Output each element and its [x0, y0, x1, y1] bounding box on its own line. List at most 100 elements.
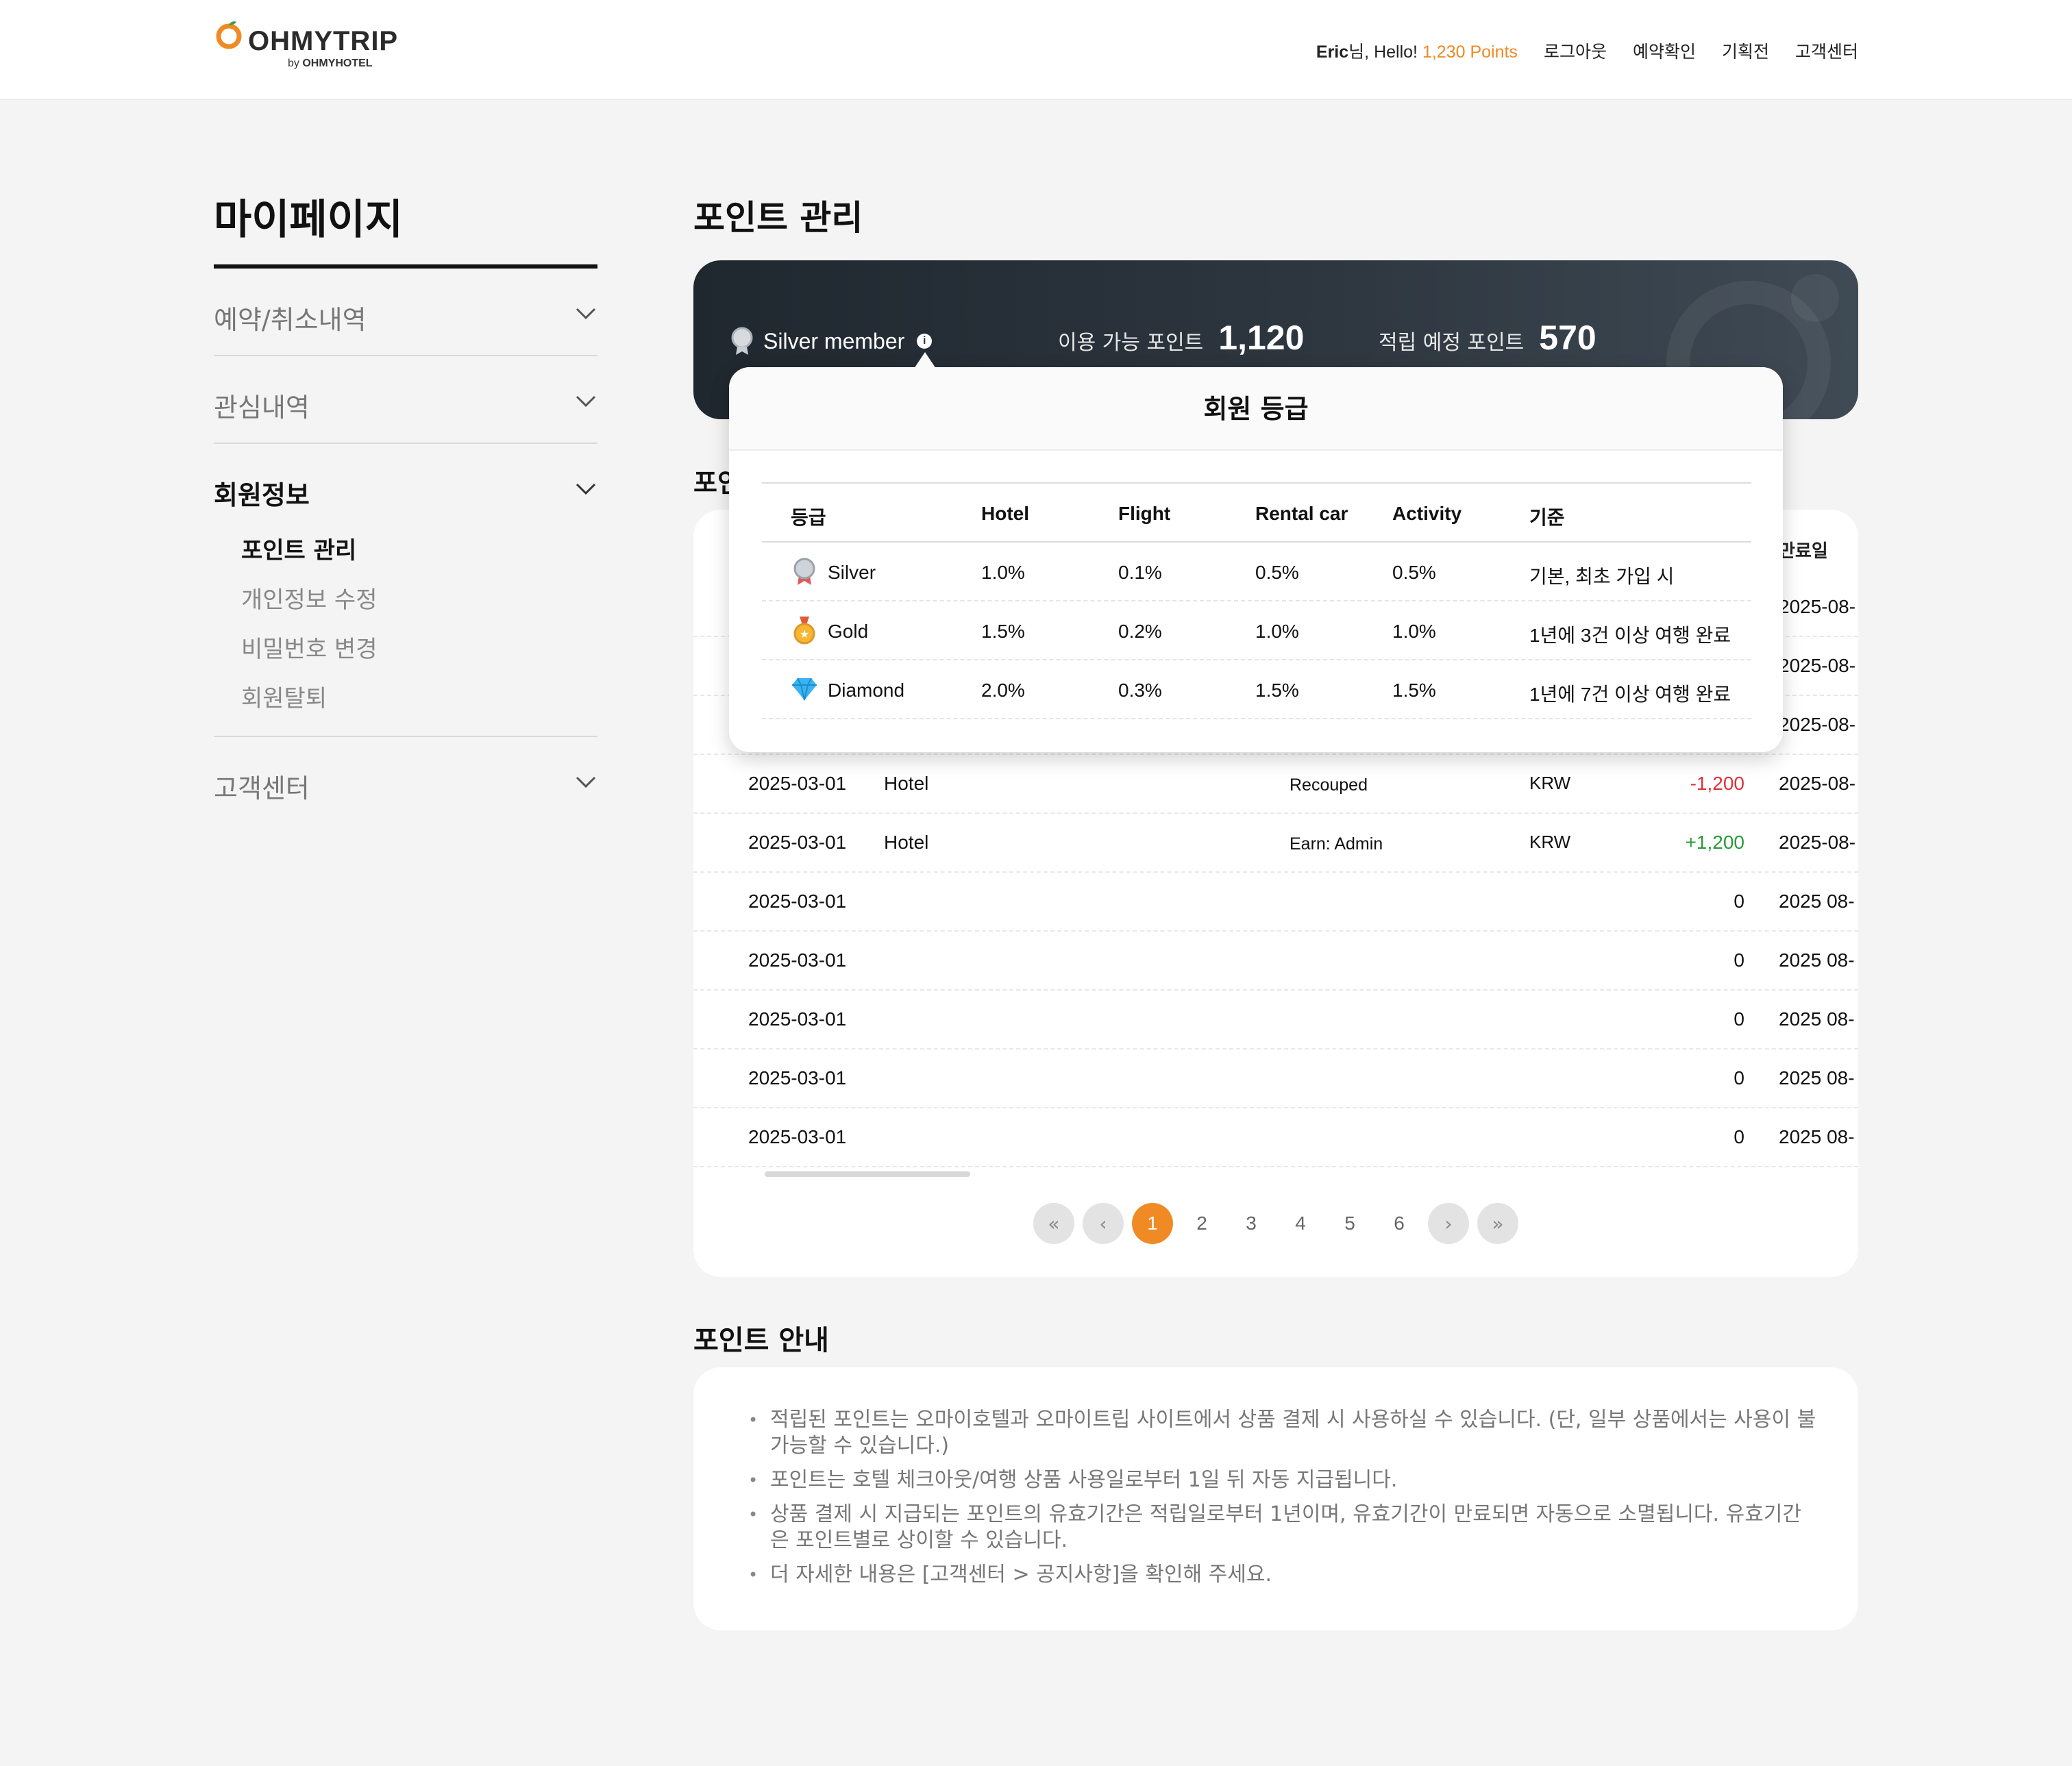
sidebar-item-wishlist[interactable]: 관심내역: [214, 356, 597, 444]
available-points-value: 1,120: [1218, 319, 1305, 357]
grade-name: Silver: [828, 562, 876, 583]
header-criteria: 기준: [1529, 507, 1565, 528]
grade-flight-rate: 0.3%: [1118, 680, 1162, 701]
logo-sub-prefix: by: [288, 58, 299, 69]
points-guide-card: 적립된 포인트는 오마이호텔과 오마이트립 사이트에서 상품 결제 시 사용하실…: [693, 1367, 1858, 1630]
sub-item-withdraw[interactable]: 회원탈퇴: [241, 674, 378, 723]
grade-row-diamond: Diamond 2.0% 0.3% 1.5% 1.5% 1년에 7건 이상 여행…: [762, 660, 1751, 719]
row-amount: 0: [1734, 891, 1744, 912]
page-5[interactable]: 5: [1329, 1203, 1370, 1244]
sub-item-change-password[interactable]: 비밀번호 변경: [241, 625, 378, 674]
sub-item-edit-profile[interactable]: 개인정보 수정: [241, 575, 378, 625]
page-1[interactable]: 1: [1132, 1203, 1173, 1244]
silver-medal-icon: [731, 327, 753, 355]
horizontal-scrollbar[interactable]: [765, 1171, 970, 1177]
logo-text: OHMYTRIP: [248, 26, 399, 56]
first-page-icon[interactable]: «: [1033, 1203, 1074, 1244]
last-page-icon[interactable]: »: [1477, 1203, 1518, 1244]
nav-promotions[interactable]: 기획전: [1722, 38, 1769, 63]
user-name: Eric: [1316, 42, 1349, 62]
info-icon[interactable]: i: [917, 334, 933, 349]
row-expiry: 2025-08-: [1779, 714, 1856, 735]
chevron-down-icon: [576, 776, 596, 788]
sub-item-point-management[interactable]: 포인트 관리: [241, 526, 378, 575]
grade-hotel-rate: 2.0%: [981, 680, 1025, 701]
top-header: OHMYTRIP by OHMYHOTEL Eric님, Hello! 1,23…: [0, 0, 2072, 100]
table-row: 2025-03-01 0 2025 08-: [693, 1108, 1858, 1167]
sidebar-item-customer-center[interactable]: 고객센터: [214, 737, 597, 825]
table-row: 2025-03-01 0 2025 08-: [693, 932, 1858, 991]
grade-hotel-rate: 1.0%: [981, 562, 1025, 583]
tier-label: Silver member: [763, 328, 905, 353]
nav-logout[interactable]: 로그아웃: [1544, 38, 1607, 63]
grade-row-gold: ★ Gold 1.5% 0.2% 1.0% 1.0% 1년에 3건 이상 여행 …: [762, 601, 1751, 660]
row-amount: 0: [1734, 1067, 1744, 1089]
banner-decoration: [1791, 274, 1839, 322]
row-expiry: 2025-08-: [1779, 832, 1856, 853]
ohmytrip-logo[interactable]: OHMYTRIP by OHMYHOTEL: [214, 14, 397, 75]
pagination: « ‹ 1 2 3 4 5 6 › »: [1033, 1203, 1518, 1244]
table-row: 2025-03-01 0 2025 08-: [693, 991, 1858, 1049]
header-flight: Flight: [1118, 503, 1171, 524]
grade-criteria: 1년에 3건 이상 여행 완료: [1529, 625, 1731, 646]
row-expiry: 2025 08-: [1779, 949, 1855, 971]
guide-item: 상품 결제 시 지급되는 포인트의 유효기간은 적립일로부터 1년이며, 유효기…: [748, 1502, 1817, 1554]
sidebar-item-label: 예약/취소내역: [214, 305, 367, 335]
grade-table: 등급 Hotel Flight Rental car Activity 기준 S…: [762, 482, 1751, 719]
row-amount: 0: [1734, 1126, 1744, 1147]
row-expiry: 2025 08-: [1779, 1126, 1855, 1147]
row-expiry: 2025-08-: [1779, 655, 1856, 676]
points-guide-list: 적립된 포인트는 오마이호텔과 오마이트립 사이트에서 상품 결제 시 사용하실…: [748, 1407, 1817, 1588]
row-expiry: 2025 08-: [1779, 1008, 1855, 1030]
row-date: 2025-03-01: [748, 773, 847, 794]
grade-activity-rate: 1.5%: [1392, 680, 1436, 701]
grade-name: Gold: [828, 621, 869, 642]
sidebar-item-label: 회원정보: [214, 480, 310, 510]
pending-points-label: 적립 예정 포인트: [1379, 331, 1525, 355]
page-4[interactable]: 4: [1280, 1203, 1321, 1244]
page-2[interactable]: 2: [1181, 1203, 1222, 1244]
sidebar-item-label: 관심내역: [214, 393, 310, 423]
top-nav: Eric님, Hello! 1,230 Points 로그아웃 예약확인 기획전…: [1316, 38, 1858, 63]
table-row: 2025-03-01 Hotel Recouped KRW -1,200 2025-08-: [693, 755, 1858, 814]
sidebar-item-bookings[interactable]: 예약/취소내역: [214, 269, 597, 356]
user-points[interactable]: 1,230 Points: [1422, 42, 1518, 62]
logo-sub-brand: OHMYHOTEL: [302, 58, 373, 69]
diamond-icon: [792, 677, 817, 701]
logo-subtext: by OHMYHOTEL: [288, 58, 373, 70]
prev-page-icon[interactable]: ‹: [1083, 1203, 1124, 1244]
nav-customer-center[interactable]: 고객센터: [1795, 38, 1858, 63]
popup-caret: [914, 352, 936, 369]
page-3[interactable]: 3: [1231, 1203, 1272, 1244]
membership-grade-popup: 회원 등급 등급 Hotel Flight Rental car Activit…: [729, 367, 1783, 752]
grade-flight-rate: 0.2%: [1118, 621, 1162, 642]
row-currency: KRW: [1529, 773, 1571, 793]
chevron-down-icon: [576, 483, 596, 495]
row-category: Hotel: [884, 832, 929, 853]
row-date: 2025-03-01: [748, 1126, 847, 1147]
nav-reservation-check[interactable]: 예약확인: [1633, 38, 1696, 63]
page-6[interactable]: 6: [1379, 1203, 1420, 1244]
next-page-icon[interactable]: ›: [1428, 1203, 1469, 1244]
greeting-text: 님, Hello!: [1348, 42, 1418, 62]
grade-name: Diamond: [828, 680, 905, 701]
tier-badge[interactable]: Silver member i: [729, 326, 933, 356]
grade-rental-rate: 0.5%: [1255, 562, 1299, 583]
member-sub-menu: 포인트 관리 개인정보 수정 비밀번호 변경 회원탈퇴: [241, 526, 378, 723]
grade-flight-rate: 0.1%: [1118, 562, 1162, 583]
row-date: 2025-03-01: [748, 891, 847, 912]
row-expiry: 2025 08-: [1779, 1067, 1855, 1089]
pending-points: 적립 예정 포인트 570: [1379, 318, 1596, 358]
row-amount: -1,200: [1690, 773, 1744, 794]
user-greeting: Eric님, Hello! 1,230 Points: [1316, 38, 1518, 63]
grade-rental-rate: 1.0%: [1255, 621, 1299, 642]
row-date: 2025-03-01: [748, 1008, 847, 1030]
page-title: 포인트 관리: [693, 198, 863, 238]
header-rental-car: Rental car: [1255, 503, 1348, 524]
available-points: 이용 가능 포인트 1,120: [1058, 318, 1304, 358]
popup-title: 회원 등급: [729, 367, 1783, 451]
grade-hotel-rate: 1.5%: [981, 621, 1025, 642]
sidebar-title: 마이페이지: [214, 196, 403, 244]
row-expiry: 2025 08-: [1779, 891, 1855, 912]
grade-activity-rate: 0.5%: [1392, 562, 1436, 583]
